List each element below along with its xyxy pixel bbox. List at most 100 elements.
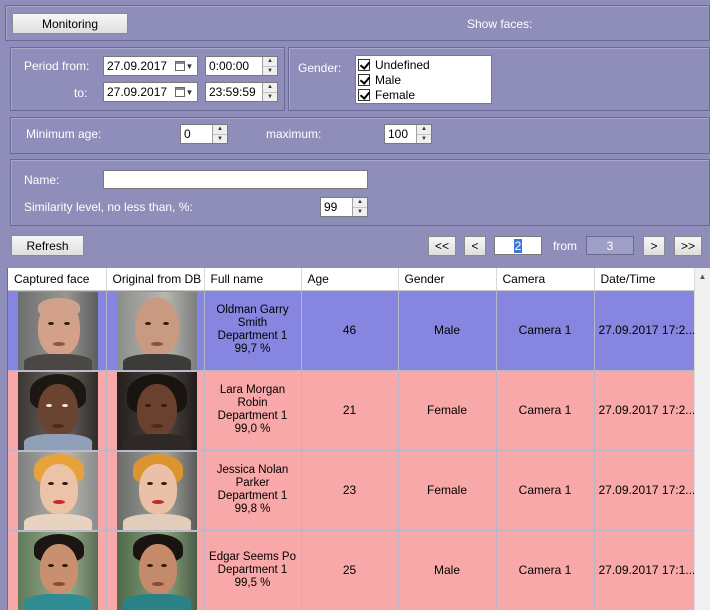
from-date-field[interactable]: 27.09.2017 ▼ [103,56,198,76]
datetime-cell[interactable]: 27.09.2017 17:1... [594,530,695,610]
original-face-cell[interactable] [106,370,205,451]
original-face-image [116,291,197,369]
column-header-original-from-db[interactable]: Original from DB [106,268,205,291]
datetime-cell[interactable]: 27.09.2017 17:2... [594,370,695,451]
gender-group [288,47,710,111]
last-page-button[interactable]: >> [674,236,702,256]
captured-face-cell[interactable] [8,450,107,531]
department-text: Department 1 [217,490,288,502]
camera-cell[interactable]: Camera 1 [496,530,595,610]
camera-cell[interactable]: Camera 1 [496,450,595,531]
max-age-value: 100 [388,127,409,141]
min-age-field[interactable]: 0 ▲ ▼ [180,124,228,144]
spin-arrows-icon[interactable]: ▲ ▼ [352,198,367,216]
vertical-scrollbar[interactable]: ▲ [694,268,710,610]
captured-face-image [18,531,98,609]
original-face-image [116,451,197,529]
column-header-date-time[interactable]: Date/Time [594,268,695,291]
captured-face-cell[interactable] [8,530,107,610]
name-label: Name: [24,173,60,187]
full-name-cell[interactable]: Edgar Seems Po Department 1 99,5 % [204,530,302,610]
gender-option-female[interactable]: Female [358,87,489,102]
page-total-box: 3 [586,236,634,255]
checkbox-checked-icon[interactable] [358,58,370,71]
gender-cell[interactable]: Female [398,370,497,451]
next-page-button[interactable]: > [643,236,665,256]
full-name-cell[interactable]: Oldman Garry Smith Department 1 99,7 % [204,290,302,371]
checkbox-checked-icon[interactable] [358,73,370,86]
column-header-gender[interactable]: Gender [398,268,497,291]
min-age-value: 0 [184,127,191,141]
original-face-cell[interactable] [106,290,205,371]
to-date-field[interactable]: 27.09.2017 ▼ [103,82,198,102]
department-text: Department 1 [217,410,288,422]
gender-option-male[interactable]: Male [358,72,489,87]
captured-face-image [18,371,98,449]
full-name-cell[interactable]: Jessica Nolan Parker Department 1 99,8 % [204,450,302,531]
gender-cell[interactable]: Female [398,450,497,531]
camera-cell[interactable]: Camera 1 [496,290,595,371]
page-from-label: from [553,239,577,253]
gender-option-undefined[interactable]: Undefined [358,57,489,72]
spin-arrows-icon[interactable]: ▲ ▼ [262,57,277,75]
full-name-cell[interactable]: Lara Morgan Robin Department 1 99,0 % [204,370,302,451]
table-header-row: Captured face Original from DB Full name… [8,268,695,291]
datetime-cell[interactable]: 27.09.2017 17:2... [594,290,695,371]
max-age-field[interactable]: 100 ▲ ▼ [384,124,432,144]
similarity-field[interactable]: 99 ▲ ▼ [320,197,368,217]
to-time-field[interactable]: 23:59:59 ▲ ▼ [205,82,278,102]
spin-arrows-icon[interactable]: ▲ ▼ [416,125,431,143]
period-from-label: Period from: [24,59,90,73]
from-date-value: 27.09.2017 [107,59,168,73]
show-faces-label: Show faces: [467,17,533,31]
gender-label: Gender: [298,61,342,75]
similarity-text: 99,5 % [234,576,271,589]
scroll-up-icon[interactable]: ▲ [695,268,710,284]
from-time-field[interactable]: 0:00:00 ▲ ▼ [205,56,278,76]
original-face-cell[interactable] [106,450,205,531]
age-cell[interactable]: 21 [301,370,399,451]
gender-cell[interactable]: Male [398,290,497,371]
gender-cell[interactable]: Male [398,530,497,610]
age-cell[interactable]: 25 [301,530,399,610]
age-cell[interactable]: 46 [301,290,399,371]
captured-face-cell[interactable] [8,290,107,371]
to-time-value: 23:59:59 [209,85,256,99]
name-field[interactable] [103,170,368,189]
monitoring-button[interactable]: Monitoring [12,13,128,34]
column-header-camera[interactable]: Camera [496,268,595,291]
full-name-text: Oldman Garry Smith [216,304,289,329]
column-header-full-name[interactable]: Full name [204,268,302,291]
column-header-age[interactable]: Age [301,268,399,291]
original-face-image [116,371,197,449]
gender-option-label: Undefined [375,57,430,72]
gender-option-label: Male [375,72,402,87]
table-row[interactable]: Edgar Seems Po Department 1 99,5 % 25 Ma… [8,530,695,610]
table-row[interactable]: Lara Morgan Robin Department 1 99,0 % 21… [8,370,695,451]
similarity-text: 99,7 % [234,343,271,355]
name-input[interactable] [107,172,364,187]
spin-arrows-icon[interactable]: ▲ ▼ [212,125,227,143]
captured-face-cell[interactable] [8,370,107,451]
age-group [10,117,710,154]
table-row[interactable]: Oldman Garry Smith Department 1 99,7 % 4… [8,290,695,371]
page-total-value: 3 [606,238,614,253]
age-cell[interactable]: 23 [301,450,399,531]
similarity-label: Similarity level, no less than, %: [24,200,193,214]
checkbox-checked-icon[interactable] [358,88,370,101]
spin-arrows-icon[interactable]: ▲ ▼ [262,83,277,101]
table-row[interactable]: Jessica Nolan Parker Department 1 99,8 %… [8,450,695,531]
column-header-captured-face[interactable]: Captured face [8,268,107,291]
prev-page-button[interactable]: < [464,236,486,256]
to-date-value: 27.09.2017 [107,85,168,99]
calendar-icon[interactable]: ▼ [171,83,197,101]
datetime-cell[interactable]: 27.09.2017 17:2... [594,450,695,531]
similarity-text: 99,0 % [234,423,271,435]
first-page-button[interactable]: << [428,236,456,256]
calendar-icon[interactable]: ▼ [171,57,197,75]
camera-cell[interactable]: Camera 1 [496,370,595,451]
page-input[interactable]: 2 [494,236,542,255]
original-face-cell[interactable] [106,530,205,610]
gender-listbox: Undefined Male Female [355,55,492,104]
refresh-button[interactable]: Refresh [11,235,84,256]
